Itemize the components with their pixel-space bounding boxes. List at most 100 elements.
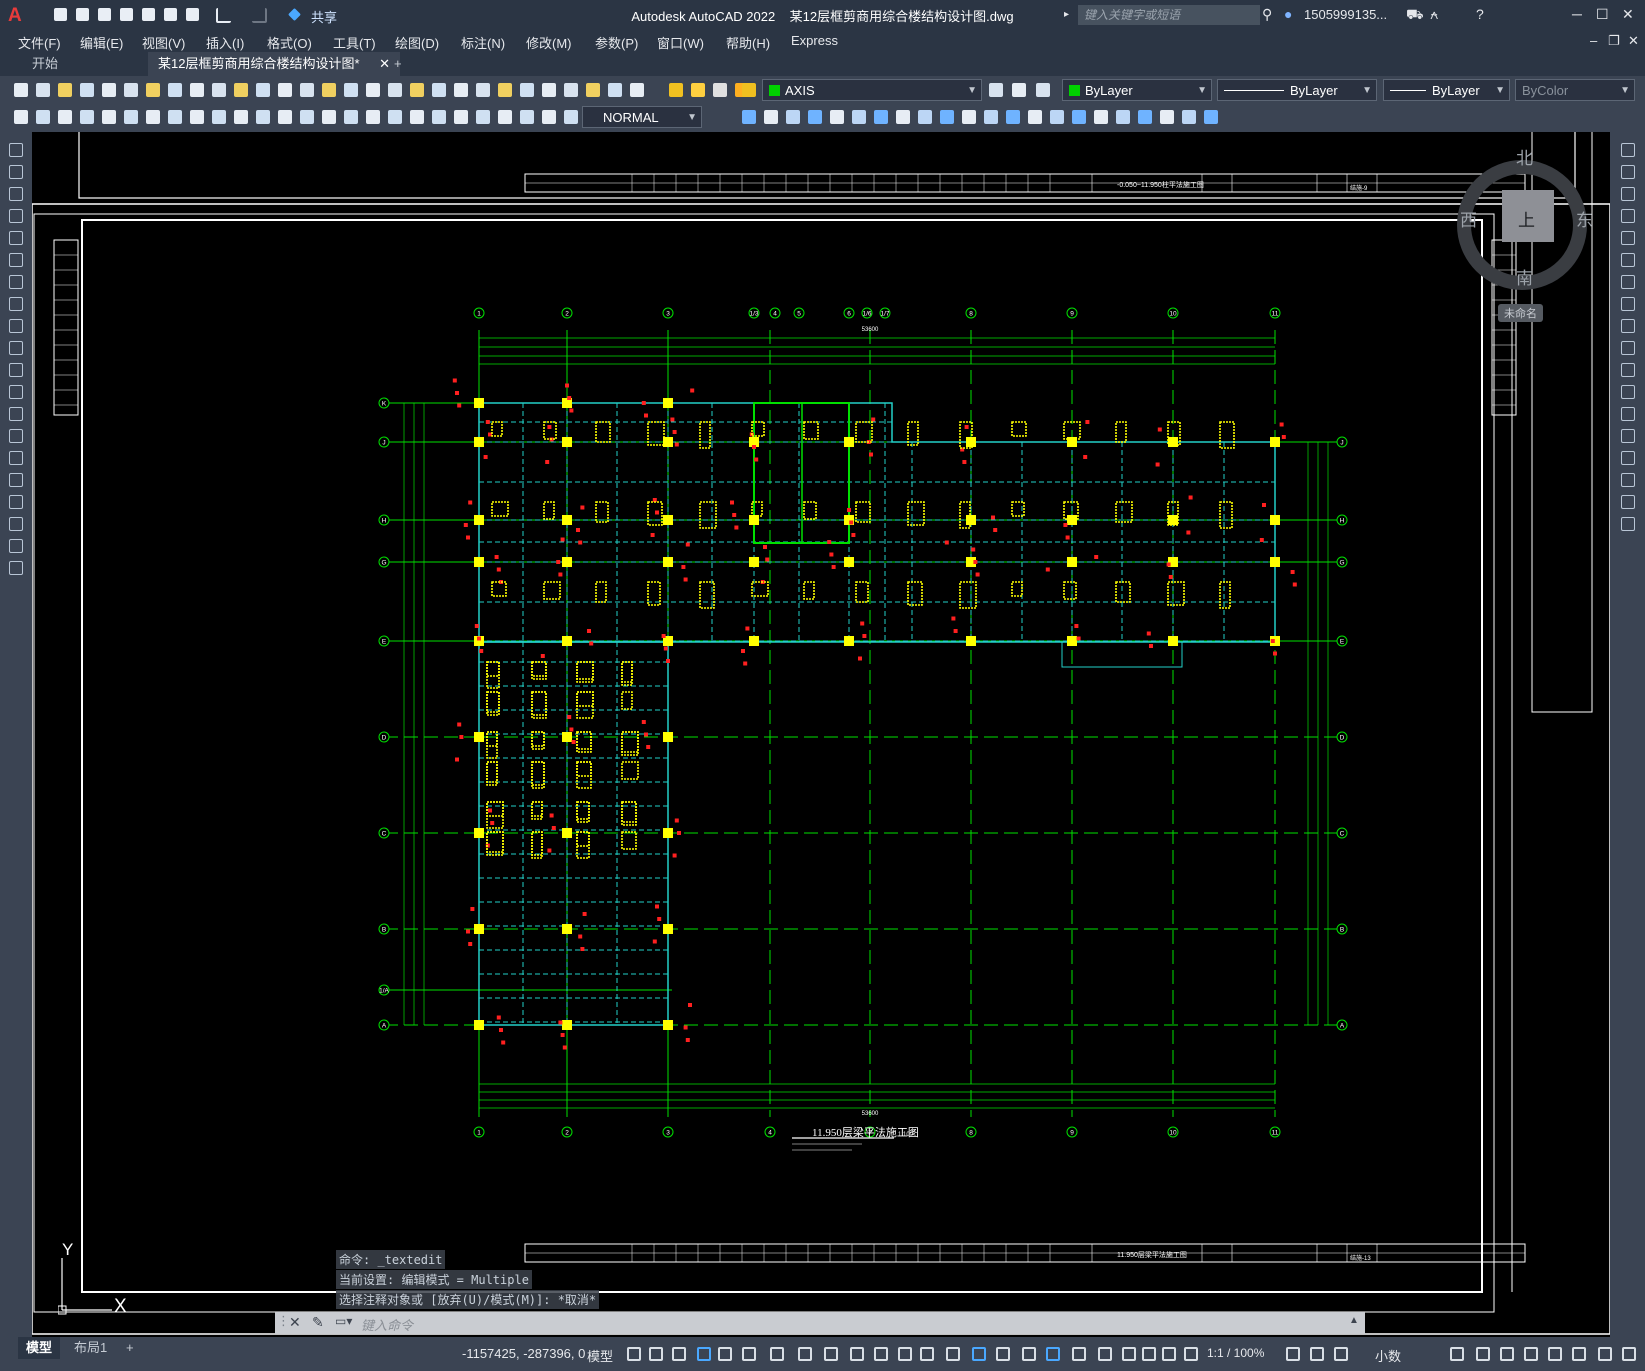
autocad-logo-icon[interactable]: A <box>8 5 26 26</box>
draw-tool-7-icon[interactable] <box>8 274 24 290</box>
modify-palette-2-icon[interactable] <box>1620 164 1636 180</box>
menu-help[interactable]: 帮助(H) <box>726 33 770 52</box>
doc-close-icon[interactable]: ✕ <box>1628 33 1639 49</box>
dim-tool-2-icon[interactable] <box>34 108 52 126</box>
toolbar-tool-26-icon[interactable] <box>562 81 580 99</box>
status-toggle-11-icon[interactable] <box>872 1345 890 1363</box>
draw-tool-10-icon[interactable] <box>8 340 24 356</box>
status-toggle-20-icon[interactable] <box>1096 1345 1114 1363</box>
doc-restore-icon[interactable]: ❐ <box>1608 33 1620 49</box>
new-icon[interactable] <box>52 6 70 24</box>
status-toggle-32-icon[interactable] <box>1546 1345 1564 1363</box>
toolbar-tool-11-icon[interactable] <box>232 81 250 99</box>
toolbar-tool-21-icon[interactable] <box>452 81 470 99</box>
toolbar-tool-16-icon[interactable] <box>342 81 360 99</box>
dim-tool-25-icon[interactable] <box>540 108 558 126</box>
layer-tool-3-icon[interactable] <box>711 81 729 99</box>
compass-east[interactable]: 东 <box>1576 206 1593 231</box>
toolbar-tool-23-icon[interactable] <box>496 81 514 99</box>
modify-tool-3-icon[interactable] <box>784 108 802 126</box>
layer-state-2-icon[interactable] <box>1010 81 1028 99</box>
units-button[interactable]: 小数 <box>1375 1346 1401 1365</box>
draw-tool-1-icon[interactable] <box>8 142 24 158</box>
open-web-icon[interactable] <box>140 6 158 24</box>
status-toggle-21-icon[interactable] <box>1120 1345 1138 1363</box>
maximize-icon[interactable]: ☐ <box>1596 6 1609 23</box>
modify-tool-18-icon[interactable] <box>1114 108 1132 126</box>
compass-south[interactable]: 南 <box>1516 264 1533 289</box>
modify-tool-21-icon[interactable] <box>1180 108 1198 126</box>
help-icon[interactable]: ? <box>1476 6 1484 22</box>
viewcube-top-face[interactable]: 上 <box>1518 206 1535 231</box>
status-toggle-27-icon[interactable] <box>1332 1345 1350 1363</box>
dim-tool-15-icon[interactable] <box>320 108 338 126</box>
save-as-icon[interactable] <box>118 6 136 24</box>
status-toggle-31-icon[interactable] <box>1522 1345 1540 1363</box>
toolbar-tool-18-icon[interactable] <box>386 81 404 99</box>
status-toggle-3-icon[interactable] <box>670 1345 688 1363</box>
draw-tool-5-icon[interactable] <box>8 230 24 246</box>
status-toggle-16-icon[interactable] <box>994 1345 1012 1363</box>
status-toggle-25-icon[interactable] <box>1284 1345 1302 1363</box>
dim-tool-14-icon[interactable] <box>298 108 316 126</box>
modify-palette-3-icon[interactable] <box>1620 186 1636 202</box>
status-toggle-6-icon[interactable] <box>740 1345 758 1363</box>
modify-palette-14-icon[interactable] <box>1620 428 1636 444</box>
modify-palette-13-icon[interactable] <box>1620 406 1636 422</box>
draw-tool-14-icon[interactable] <box>8 428 24 444</box>
dim-tool-9-icon[interactable] <box>188 108 206 126</box>
dim-tool-22-icon[interactable] <box>474 108 492 126</box>
draw-tool-15-icon[interactable] <box>8 450 24 466</box>
model-space-button[interactable]: 模型 <box>587 1346 613 1365</box>
modify-tool-11-icon[interactable] <box>960 108 978 126</box>
modify-tool-2-icon[interactable] <box>762 108 780 126</box>
recent-commands-icon[interactable]: ▭▾ <box>335 1314 352 1328</box>
modify-palette-5-icon[interactable] <box>1620 230 1636 246</box>
toolbar-tool-3-icon[interactable] <box>56 81 74 99</box>
toolbar-tool-2-icon[interactable] <box>34 81 52 99</box>
status-toggle-8-icon[interactable] <box>796 1345 814 1363</box>
dim-tool-16-icon[interactable] <box>342 108 360 126</box>
status-toggle-33-icon[interactable] <box>1570 1345 1588 1363</box>
draw-tool-18-icon[interactable] <box>8 516 24 532</box>
redo-icon[interactable] <box>250 6 268 24</box>
command-input[interactable]: 键入命令 <box>361 1315 413 1334</box>
status-toggle-10-icon[interactable] <box>848 1345 866 1363</box>
modify-palette-8-icon[interactable] <box>1620 296 1636 312</box>
save-icon[interactable] <box>96 6 114 24</box>
toolbar-tool-14-icon[interactable] <box>298 81 316 99</box>
dim-tool-5-icon[interactable] <box>100 108 118 126</box>
status-toggle-35-icon[interactable] <box>1620 1345 1638 1363</box>
expand-icon[interactable]: ▸ <box>1064 9 1069 20</box>
draw-tool-12-icon[interactable] <box>8 384 24 400</box>
toolbar-tool-28-icon[interactable] <box>606 81 624 99</box>
draw-tool-19-icon[interactable] <box>8 538 24 554</box>
new-tab-button[interactable]: + <box>384 52 412 76</box>
dim-tool-17-icon[interactable] <box>364 108 382 126</box>
plot-icon[interactable] <box>184 6 202 24</box>
share-icon[interactable] <box>286 6 304 24</box>
search-input[interactable]: 键入关键字或短语 <box>1078 5 1260 25</box>
menu-draw[interactable]: 绘图(D) <box>395 33 439 52</box>
modify-palette-4-icon[interactable] <box>1620 208 1636 224</box>
draw-tool-8-icon[interactable] <box>8 296 24 312</box>
draw-tool-13-icon[interactable] <box>8 406 24 422</box>
draw-tool-17-icon[interactable] <box>8 494 24 510</box>
text-style-combo[interactable]: NORMAL ▼ <box>582 106 702 128</box>
status-toggle-4-icon[interactable] <box>695 1345 713 1363</box>
dim-tool-8-icon[interactable] <box>166 108 184 126</box>
layer-state-3-icon[interactable] <box>1034 81 1052 99</box>
modify-tool-19-icon[interactable] <box>1136 108 1154 126</box>
undo-icon[interactable] <box>214 6 232 24</box>
user-name[interactable]: 1505999135... <box>1304 7 1387 22</box>
draw-tool-16-icon[interactable] <box>8 472 24 488</box>
menu-dimension[interactable]: 标注(N) <box>461 33 505 52</box>
viewcube[interactable]: 北 上 西 东 南 未命名 <box>1440 140 1605 330</box>
modify-palette-12-icon[interactable] <box>1620 384 1636 400</box>
status-toggle-18-icon[interactable] <box>1044 1345 1062 1363</box>
modify-tool-4-icon[interactable] <box>806 108 824 126</box>
toolbar-tool-10-icon[interactable] <box>210 81 228 99</box>
modify-palette-16-icon[interactable] <box>1620 472 1636 488</box>
annotation-scale[interactable]: 1:1 / 100% <box>1207 1346 1264 1360</box>
dim-tool-24-icon[interactable] <box>518 108 536 126</box>
